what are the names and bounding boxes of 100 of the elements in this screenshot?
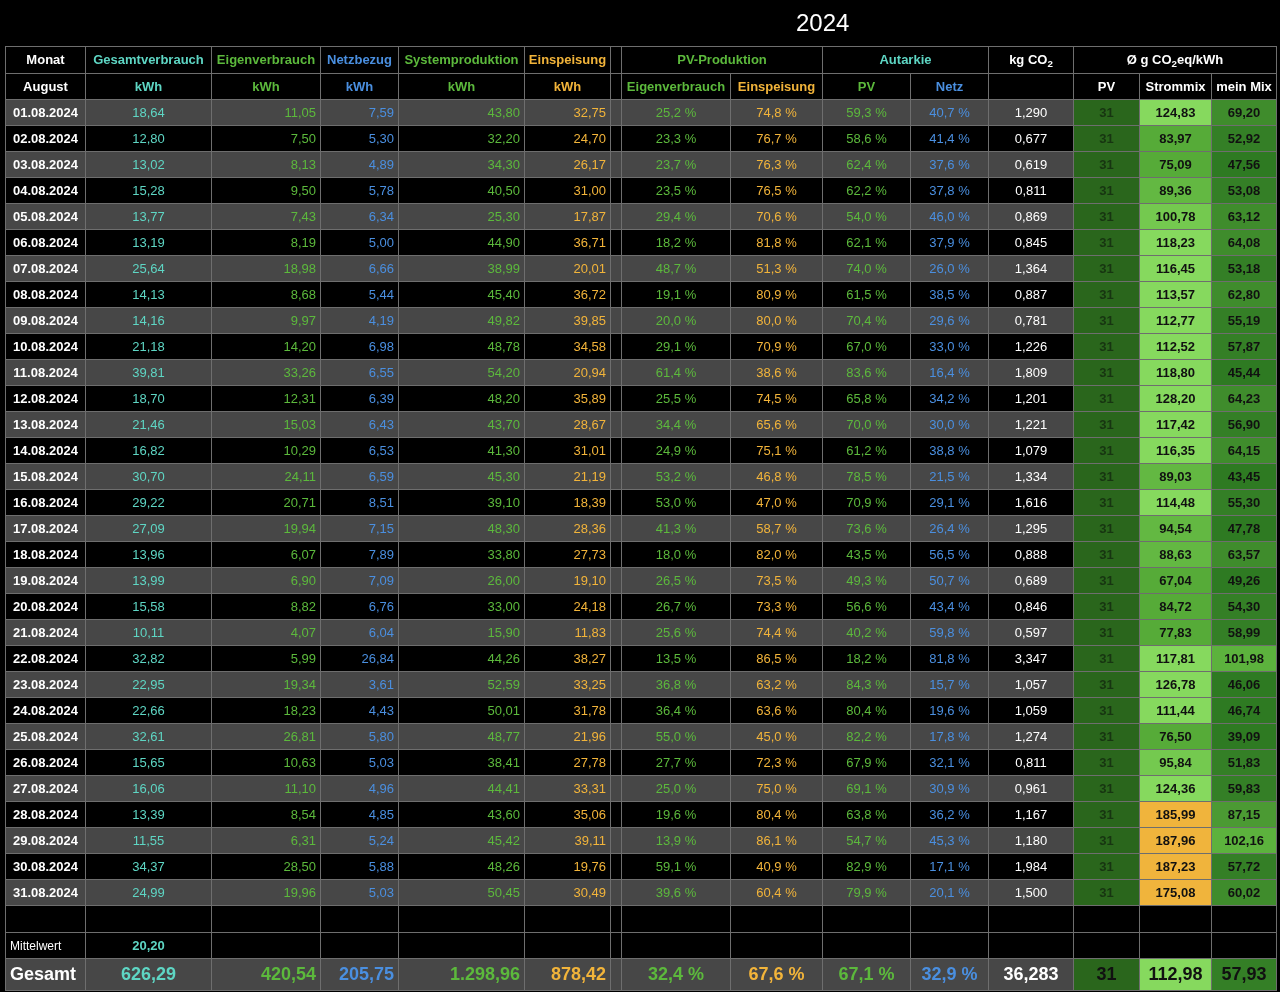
table-cell: 63,8 % (822, 801, 911, 828)
table-cell: 13,02 (85, 151, 212, 178)
column-header: Gesamtverbrauch (85, 46, 212, 74)
table-cell: 28,36 (524, 515, 611, 542)
table-cell: 78,5 % (822, 463, 911, 490)
table-cell: 39,11 (524, 827, 611, 854)
table-cell: 24,18 (524, 593, 611, 620)
table-cell: 0,619 (988, 151, 1074, 178)
table-cell: 20,0 % (621, 307, 731, 334)
table-cell: 54,0 % (822, 203, 911, 230)
table-cell: 75,0 % (730, 775, 823, 802)
table-cell: 24,70 (524, 125, 611, 152)
column-header: Eigenverbrauch (621, 73, 731, 100)
table-cell: 8,13 (211, 151, 321, 178)
table-cell: 11,55 (85, 827, 212, 854)
table-cell: 0,811 (988, 749, 1074, 776)
table-cell: 4,96 (320, 775, 399, 802)
table-cell: 15,65 (85, 749, 212, 776)
table-cell: 55,0 % (621, 723, 731, 750)
date-cell: 14.08.2024 (5, 437, 86, 464)
table-cell: 44,26 (398, 645, 525, 672)
column-header: PV (1073, 73, 1140, 100)
table-cell: 26,5 % (621, 567, 731, 594)
year-title: 2024 (796, 8, 850, 38)
date-cell: 03.08.2024 (5, 151, 86, 178)
table-cell: 24,11 (211, 463, 321, 490)
table-cell: 6,07 (211, 541, 321, 568)
table-cell: 63,2 % (730, 671, 823, 698)
table-cell: 4,07 (211, 619, 321, 646)
table-cell: 72,3 % (730, 749, 823, 776)
column-header: kWh (320, 73, 399, 100)
table-cell: 175,08 (1139, 879, 1212, 906)
table-cell: 67,0 % (822, 333, 911, 360)
table-cell: 10,11 (85, 619, 212, 646)
table-cell: 39,85 (524, 307, 611, 334)
table-cell: 45,0 % (730, 723, 823, 750)
table-cell: 45,3 % (910, 827, 989, 854)
table-cell: 6,04 (320, 619, 399, 646)
table-cell: 20,94 (524, 359, 611, 386)
table-cell: 5,78 (320, 177, 399, 204)
column-header: Eigenverbrauch (211, 46, 321, 74)
table-cell: 57,93 (1211, 958, 1277, 991)
table-cell: 32,20 (398, 125, 525, 152)
table-cell: 48,26 (398, 853, 525, 880)
table-cell: 17,87 (524, 203, 611, 230)
table-cell: 25,0 % (621, 775, 731, 802)
date-cell: 31.08.2024 (5, 879, 86, 906)
table-cell: 16,82 (85, 437, 212, 464)
table-cell: 46,0 % (910, 203, 989, 230)
table-cell: 70,4 % (822, 307, 911, 334)
table-cell: 6,43 (320, 411, 399, 438)
table-cell: 38,41 (398, 749, 525, 776)
table-cell: 56,6 % (822, 593, 911, 620)
table-cell: 19,96 (211, 879, 321, 906)
table-cell: 44,90 (398, 229, 525, 256)
date-cell: 02.08.2024 (5, 125, 86, 152)
table-cell: 59,8 % (910, 619, 989, 646)
table-cell: 18,23 (211, 697, 321, 724)
table-cell: 126,78 (1139, 671, 1212, 698)
table-cell: 76,7 % (730, 125, 823, 152)
date-cell: 09.08.2024 (5, 307, 86, 334)
table-cell: 33,25 (524, 671, 611, 698)
table-cell: 82,0 % (730, 541, 823, 568)
table-cell: 26,81 (211, 723, 321, 750)
column-header: mein Mix (1211, 73, 1277, 100)
table-cell: 5,99 (211, 645, 321, 672)
table-cell: 26,00 (398, 567, 525, 594)
table-cell: 76,50 (1139, 723, 1212, 750)
column-header: August (5, 73, 86, 100)
table-cell: 13,9 % (621, 827, 731, 854)
date-cell: 22.08.2024 (5, 645, 86, 672)
table-cell: 32,75 (524, 99, 611, 126)
date-cell: 05.08.2024 (5, 203, 86, 230)
table-cell: 61,5 % (822, 281, 911, 308)
table-cell: 59,1 % (621, 853, 731, 880)
table-cell: 75,09 (1139, 151, 1212, 178)
table-cell: 12,31 (211, 385, 321, 412)
date-cell: 15.08.2024 (5, 463, 86, 490)
table-cell: 48,78 (398, 333, 525, 360)
table-cell: 47,0 % (730, 489, 823, 516)
table-cell: 25,2 % (621, 99, 731, 126)
table-cell: 32,9 % (910, 958, 989, 991)
table-cell: 1,290 (988, 99, 1074, 126)
table-cell: 420,54 (211, 958, 321, 991)
table-cell: 31,78 (524, 697, 611, 724)
table-cell: 31 (1073, 958, 1140, 991)
table-cell: 19,6 % (910, 697, 989, 724)
table-cell: 48,7 % (621, 255, 731, 282)
table-cell: 38,6 % (730, 359, 823, 386)
table-cell: 8,82 (211, 593, 321, 620)
table-cell: 48,30 (398, 515, 525, 542)
table-cell: 33,26 (211, 359, 321, 386)
table-cell: 878,42 (524, 958, 611, 991)
table-cell: 6,39 (320, 385, 399, 412)
table-cell: 33,00 (398, 593, 525, 620)
table-cell: 29,4 % (621, 203, 731, 230)
table-cell: 18,64 (85, 99, 212, 126)
table-cell: 17,8 % (910, 723, 989, 750)
table-cell: 111,44 (1139, 697, 1212, 724)
table-cell: 30,49 (524, 879, 611, 906)
